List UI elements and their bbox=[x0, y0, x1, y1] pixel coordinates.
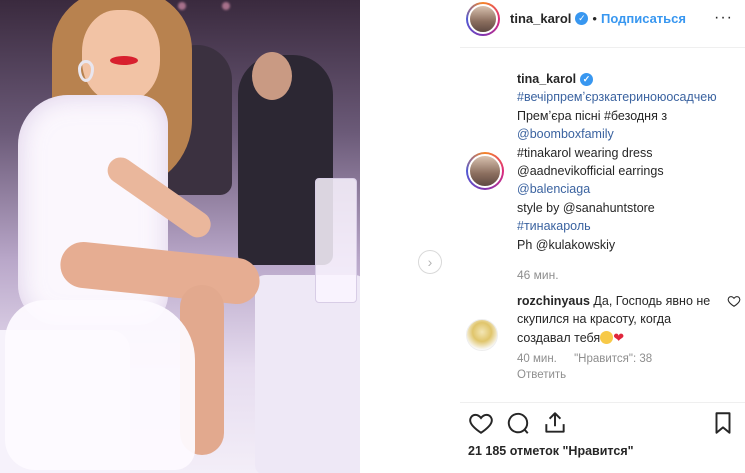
post-photo[interactable] bbox=[0, 0, 360, 473]
caption-text-line: #tinakarol wearing dress bbox=[517, 145, 653, 160]
bokeh-light bbox=[178, 2, 186, 10]
woman-lips bbox=[110, 56, 138, 65]
comment-body: rozchinyaus Да, Господь явно не скупился… bbox=[517, 292, 727, 347]
smile-emoji-icon bbox=[600, 330, 614, 344]
separator-dot: • bbox=[592, 11, 597, 26]
actions-divider bbox=[460, 402, 745, 403]
commenter-username[interactable]: rozchinyaus bbox=[517, 294, 590, 308]
action-bar bbox=[460, 405, 745, 441]
comment-timestamp: 40 мин. bbox=[517, 353, 557, 365]
caption-text-line: Премʼєра пісні #безодня з bbox=[517, 108, 668, 123]
caption-text-line: Ph @kulakowskiy bbox=[517, 237, 616, 252]
bokeh-light bbox=[222, 2, 230, 10]
more-options-icon[interactable]: ··· bbox=[714, 9, 733, 27]
comment-meta: 40 мин. "Нравится": 38 bbox=[517, 353, 652, 365]
share-icon[interactable] bbox=[542, 410, 568, 436]
verified-badge-icon: ✓ bbox=[580, 72, 594, 86]
comment-icon[interactable] bbox=[505, 410, 531, 436]
hashtag[interactable]: #вечірпремʼєрзкатериноюосадчею bbox=[517, 88, 742, 106]
background-man-head bbox=[252, 52, 292, 100]
reply-button[interactable]: Ответить bbox=[517, 369, 566, 381]
heart-emoji-icon: ❤ bbox=[613, 329, 625, 345]
next-photo-button[interactable]: › bbox=[418, 250, 442, 274]
glass bbox=[315, 178, 357, 303]
caption-text-line: style by @sanahuntstore bbox=[517, 200, 655, 215]
commenter-avatar[interactable] bbox=[466, 319, 498, 351]
caption-author-avatar[interactable] bbox=[466, 152, 504, 190]
table bbox=[255, 275, 360, 473]
comment-text: создавал тебя bbox=[517, 330, 601, 345]
author-username[interactable]: tina_karol bbox=[510, 11, 571, 26]
comment-like-heart-icon[interactable] bbox=[727, 294, 741, 308]
tulle-skirt bbox=[5, 300, 195, 470]
comment-text: скупился на красоту, когда bbox=[517, 312, 672, 327]
bookmark-icon[interactable] bbox=[710, 410, 736, 436]
follow-button[interactable]: Подписаться bbox=[601, 11, 686, 26]
mention[interactable]: @balenciaga bbox=[517, 180, 742, 198]
comment-text: Да, Господь явно не bbox=[593, 294, 711, 308]
hashtag[interactable]: #тинакароль bbox=[517, 217, 742, 235]
post-header: tina_karol ✓ • Подписаться ··· bbox=[460, 0, 745, 37]
mention[interactable]: @boomboxfamily bbox=[517, 125, 742, 143]
verified-badge-icon: ✓ bbox=[575, 12, 589, 25]
caption-username[interactable]: tina_karol ✓ bbox=[517, 70, 594, 88]
heart-icon[interactable] bbox=[468, 410, 494, 436]
chevron-right-icon: › bbox=[427, 254, 433, 270]
header-divider bbox=[460, 47, 745, 48]
likes-count[interactable]: 21 185 отметок "Нравится" bbox=[468, 444, 634, 458]
caption-body: tina_karol ✓ #вечірпремʼєрзкатериноюосад… bbox=[517, 70, 742, 284]
comment-likes-count[interactable]: "Нравится": 38 bbox=[574, 353, 652, 365]
author-avatar[interactable] bbox=[466, 1, 500, 36]
caption-timestamp[interactable]: 46 мин. bbox=[517, 266, 742, 284]
caption-text-line: @aadnevikofficial earrings bbox=[517, 164, 664, 179]
